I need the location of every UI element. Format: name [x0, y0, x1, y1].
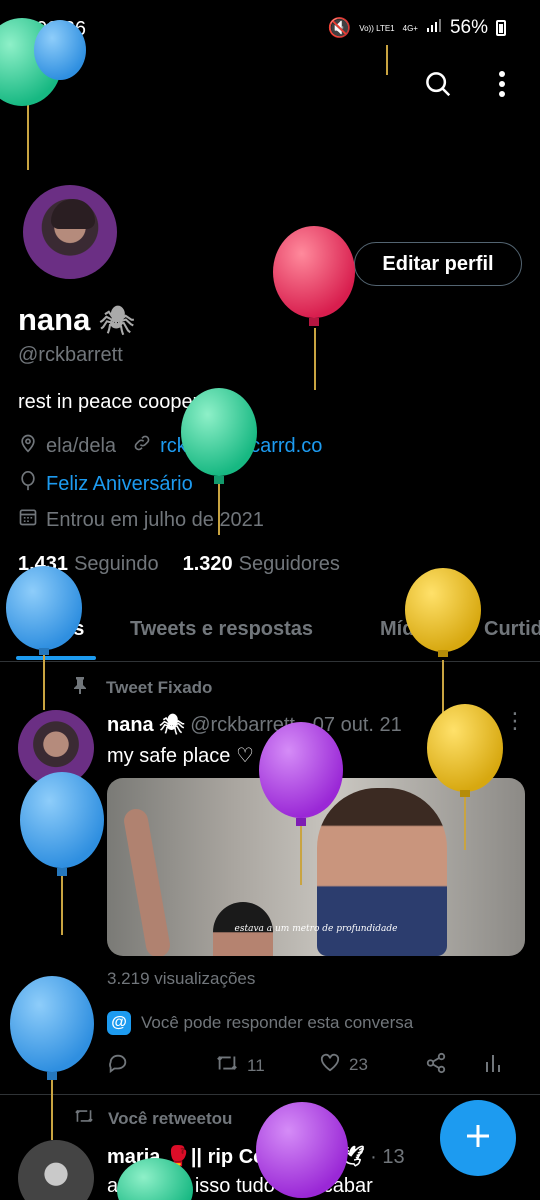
compose-icon: [464, 1122, 492, 1155]
analytics-icon: [483, 1052, 503, 1079]
reply-icon: [107, 1052, 129, 1079]
following-stat[interactable]: 1.431 Seguindo: [18, 553, 159, 576]
tweet-date: 07 out. 21: [312, 714, 402, 736]
joined-date: Entrou em julho de 2021: [46, 508, 264, 531]
signal-icon: [426, 17, 442, 39]
tab-tweets-replies[interactable]: Tweets e respostas: [130, 618, 313, 641]
reply-note-text: Você pode responder esta conversa: [141, 1013, 414, 1032]
tweet-views: 3.219 visualizações: [107, 969, 256, 988]
like-count: 23: [349, 1054, 368, 1074]
profile-tabs: Tweets Tweets e respostas Mídia Curtidas: [0, 600, 540, 662]
following-count: 1.431: [18, 553, 69, 575]
followers-label: Seguidores: [238, 553, 340, 575]
media-caption: estava a um metro de profundidade: [234, 924, 398, 934]
tweet-header: nana 🕷 @rckbarrett · 07 out. 21: [107, 712, 402, 737]
tab-media[interactable]: Mídia: [380, 618, 431, 641]
back-arrow-icon[interactable]: [18, 62, 62, 106]
tweet-actions: 11 23: [107, 1052, 525, 1078]
analytics-button[interactable]: [483, 1052, 503, 1079]
at-icon: @: [107, 1011, 131, 1035]
website-link[interactable]: rckbarrett.carrd.co: [160, 435, 322, 458]
location-icon: [18, 433, 38, 459]
more-vertical-icon[interactable]: [480, 62, 524, 106]
retweet-header: maria 🥊|| rip Cooper 🖤🕊 · 13: [107, 1144, 405, 1169]
share-icon: [425, 1052, 447, 1079]
follow-stats: 1.431 Seguindo 1.320 Seguidores: [18, 553, 340, 576]
tweet-avatar[interactable]: [18, 710, 94, 786]
birthday-link[interactable]: Feliz Aniversário: [46, 473, 193, 496]
active-tab-indicator: [16, 656, 96, 660]
profile-handle: @rckbarrett: [18, 344, 123, 366]
profile-name: nana 🕷: [18, 302, 135, 338]
followers-count: 1.320: [182, 553, 233, 575]
tab-likes[interactable]: Curtidas: [484, 618, 540, 641]
status-time: 00:26: [36, 18, 87, 40]
share-button[interactable]: [425, 1052, 447, 1079]
status-bar: 00:26 🔇 Vo)) LTE1 4G+ 56%: [0, 0, 540, 62]
link-icon: [132, 433, 152, 459]
spider-emoji: 🕷: [98, 305, 135, 336]
retweet-small-icon: [72, 1107, 96, 1130]
like-button[interactable]: 23: [319, 1052, 368, 1077]
tweet-more-icon[interactable]: ⋮: [504, 708, 526, 734]
retweet-dot: ·: [370, 1146, 377, 1168]
profile-bio: rest in peace cooper 🕊: [18, 391, 231, 413]
following-label: Seguindo: [74, 553, 159, 575]
retweet-button[interactable]: 11: [215, 1052, 265, 1079]
like-icon: [319, 1052, 341, 1077]
birthday-row: Feliz Aniversário: [18, 470, 193, 498]
tweet-author[interactable]: nana 🕷: [107, 714, 185, 736]
volte-indicator: Vo)) LTE1: [359, 23, 395, 33]
reply-button[interactable]: [107, 1052, 129, 1079]
retweeted-label-text: Você retweetou: [108, 1108, 233, 1128]
pinned-label: Tweet Fixado: [72, 676, 212, 699]
search-icon[interactable]: [416, 62, 460, 106]
profile-name-text: nana: [18, 302, 91, 337]
retweet-author[interactable]: maria 🥊|| rip Cooper 🖤🕊: [107, 1146, 365, 1168]
balloon-red: [273, 226, 355, 390]
tweet-divider: [0, 1094, 540, 1095]
profile-avatar[interactable]: [20, 182, 120, 282]
pinned-label-text: Tweet Fixado: [106, 677, 213, 697]
retweet-icon: [215, 1052, 239, 1079]
followers-stat[interactable]: 1.320 Seguidores: [183, 553, 340, 576]
balloon-blue-mid-left: [20, 772, 104, 935]
tweet-text: my safe place ♡: [107, 745, 254, 767]
calendar-icon: [18, 507, 38, 533]
pin-icon: [72, 676, 88, 699]
battery-text: 56%: [449, 17, 488, 38]
retweet-avatar[interactable]: [18, 1140, 94, 1200]
status-icons: 🔇 Vo)) LTE1 4G+ 56%: [328, 16, 506, 40]
retweet-count: 11: [247, 1055, 265, 1075]
tweet-dot: ·: [300, 714, 308, 736]
retweet-date: 13: [382, 1146, 405, 1168]
edit-profile-button[interactable]: Editar perfil: [354, 242, 522, 286]
compose-button[interactable]: [440, 1100, 516, 1176]
tab-tweets[interactable]: Tweets: [18, 618, 84, 641]
pronouns: ela/dela: [46, 434, 117, 457]
mute-icon: 🔇: [327, 18, 352, 39]
retweeted-label: Você retweetou: [72, 1107, 232, 1130]
battery-icon: [496, 20, 506, 36]
balloon-icon: [18, 470, 38, 498]
tweet-media[interactable]: estava a um metro de profundidade: [107, 778, 525, 956]
profile-meta-row: ela/dela rckbarrett.carrd.co: [18, 433, 322, 459]
network-indicator: 4G+: [402, 23, 418, 33]
joined-row: Entrou em julho de 2021: [18, 507, 264, 533]
tweet-handle: @rckbarrett: [190, 714, 295, 736]
reply-permission-note: @ Você pode responder esta conversa: [107, 1011, 413, 1035]
retweet-text: acho que isso tudo vai acabar: [107, 1175, 373, 1197]
